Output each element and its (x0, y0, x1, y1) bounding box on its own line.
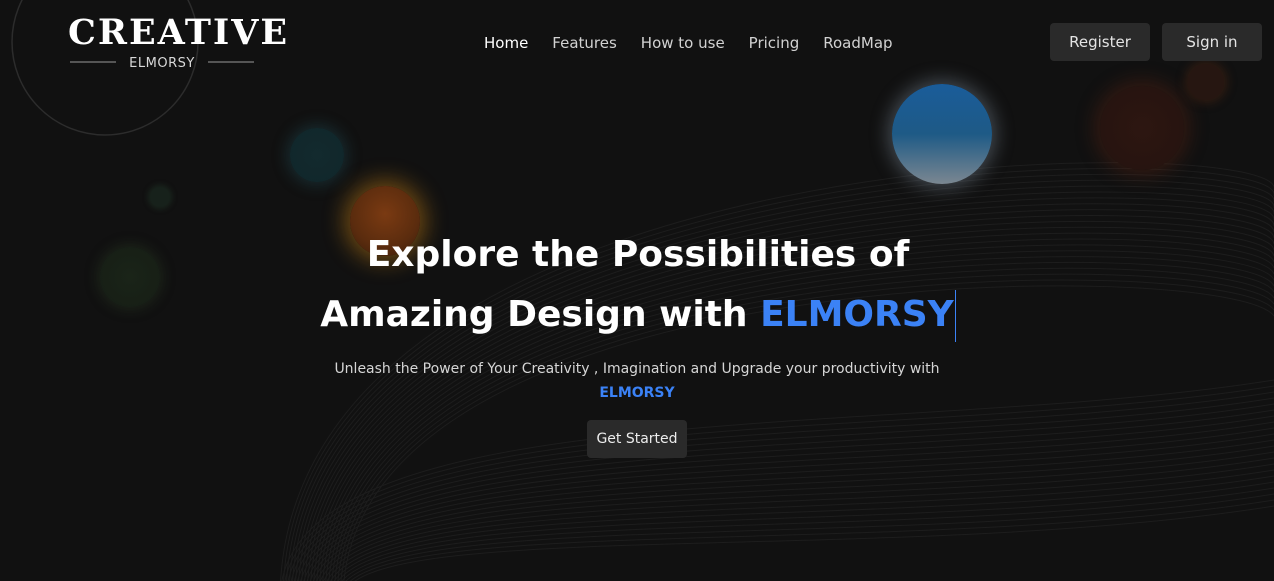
hero-subtitle-text: Unleash the Power of Your Creativity , I… (334, 361, 940, 377)
logo-title: CREATIVE (68, 12, 290, 53)
nav-item-features[interactable]: Features (552, 31, 617, 55)
nav-item-how-to-use[interactable]: How to use (641, 31, 725, 55)
logo[interactable]: CREATIVE ELMORSY (68, 12, 290, 72)
logo-divider (70, 61, 116, 63)
typing-cursor (954, 290, 956, 342)
hero-title-accent: ELMORSY (760, 294, 954, 335)
decorative-orb (100, 247, 160, 307)
decorative-orb (1100, 86, 1184, 170)
decorative-orb (1188, 64, 1224, 100)
nav-item-pricing[interactable]: Pricing (749, 31, 800, 55)
get-started-button[interactable]: Get Started (587, 420, 687, 458)
hero-subtitle: Unleash the Power of Your Creativity , I… (300, 357, 974, 405)
decorative-orb (892, 84, 992, 184)
nav-item-roadmap[interactable]: RoadMap (823, 31, 892, 55)
hero-title: Explore the Possibilities of Amazing Des… (300, 225, 976, 345)
sign-in-button[interactable]: Sign in (1162, 23, 1262, 61)
register-button[interactable]: Register (1050, 23, 1150, 61)
main-nav: Home Features How to use Pricing RoadMap (484, 31, 893, 55)
logo-subtitle: ELMORSY (129, 56, 195, 71)
decorative-orb (150, 187, 170, 207)
hero-subtitle-accent: ELMORSY (599, 385, 675, 401)
decorative-orb (290, 128, 344, 182)
nav-item-home[interactable]: Home (484, 31, 528, 55)
hero-title-line1: Explore the Possibilities of (366, 234, 910, 275)
hero-title-line2: Amazing Design with (320, 294, 761, 335)
logo-divider (208, 61, 254, 63)
